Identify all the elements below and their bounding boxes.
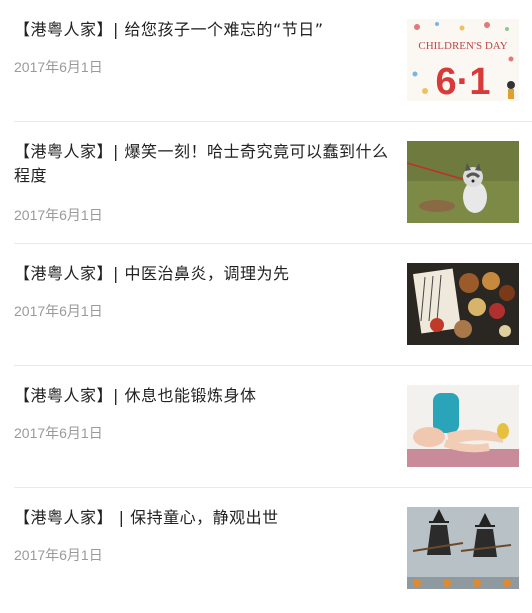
article-thumbnail[interactable] xyxy=(407,385,519,467)
article-item[interactable]: 【港粤人家】| 中医治鼻炎，调理为先 2017年6月1日 xyxy=(14,244,532,366)
article-date: 2017年6月1日 xyxy=(14,425,103,441)
exercise-photo xyxy=(407,385,519,467)
article-title[interactable]: 【港粤人家】| 给您孩子一个难忘的“节日” xyxy=(14,18,390,42)
article-title[interactable]: 【港粤人家】| 中医治鼻炎，调理为先 xyxy=(14,262,390,286)
article-thumbnail[interactable] xyxy=(407,263,519,345)
article-item[interactable]: 【港粤人家】| 给您孩子一个难忘的“节日” 2017年6月1日 CHILDREN… xyxy=(14,0,532,122)
article-list: 【港粤人家】| 给您孩子一个难忘的“节日” 2017年6月1日 CHILDREN… xyxy=(0,0,532,610)
husky-photo xyxy=(407,141,519,223)
article-date: 2017年6月1日 xyxy=(14,59,103,75)
article-title[interactable]: 【港粤人家】| 休息也能锻炼身体 xyxy=(14,384,390,408)
article-title[interactable]: 【港粤人家】 | 保持童心，静观出世 xyxy=(14,506,390,530)
date-61-text: 6·1 xyxy=(436,61,491,101)
article-date: 2017年6月1日 xyxy=(14,547,103,563)
article-thumbnail[interactable]: CHILDREN'S DAY 6·1 xyxy=(407,19,519,101)
article-date: 2017年6月1日 xyxy=(14,207,103,223)
witches-photo xyxy=(407,507,519,589)
childrens-day-icon: CHILDREN'S DAY 6·1 xyxy=(407,19,519,101)
childrens-day-text: CHILDREN'S DAY xyxy=(418,40,507,52)
article-thumbnail[interactable] xyxy=(407,507,519,589)
article-item[interactable]: 【港粤人家】| 爆笑一刻！哈士奇究竟可以蠢到什么程度 2017年6月1日 xyxy=(14,122,532,244)
article-date: 2017年6月1日 xyxy=(14,303,103,319)
article-item[interactable]: 【港粤人家】| 休息也能锻炼身体 2017年6月1日 xyxy=(14,366,532,488)
herbal-medicine-photo xyxy=(407,263,519,345)
article-title[interactable]: 【港粤人家】| 爆笑一刻！哈士奇究竟可以蠢到什么程度 xyxy=(14,140,390,188)
article-thumbnail[interactable] xyxy=(407,141,519,223)
article-item[interactable]: 【港粤人家】 | 保持童心，静观出世 2017年6月1日 xyxy=(14,488,532,610)
